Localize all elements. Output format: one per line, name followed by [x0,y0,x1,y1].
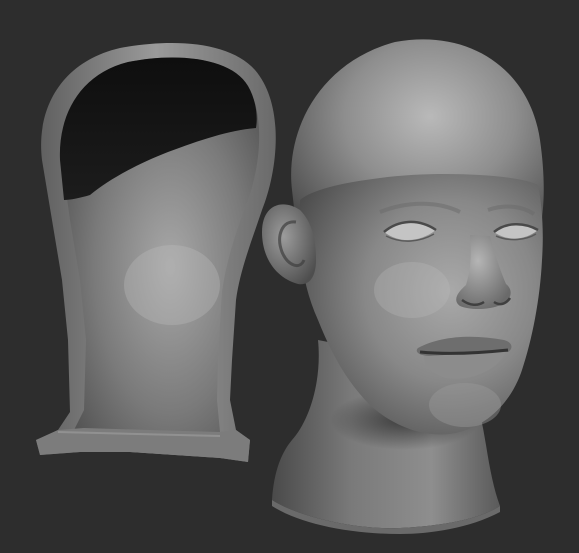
shell-inner-highlight [124,245,220,325]
sculpt-render [36,39,544,534]
hollow-head-shell [36,43,276,462]
viewport-canvas [0,0,579,553]
sculpted-head [262,39,544,534]
